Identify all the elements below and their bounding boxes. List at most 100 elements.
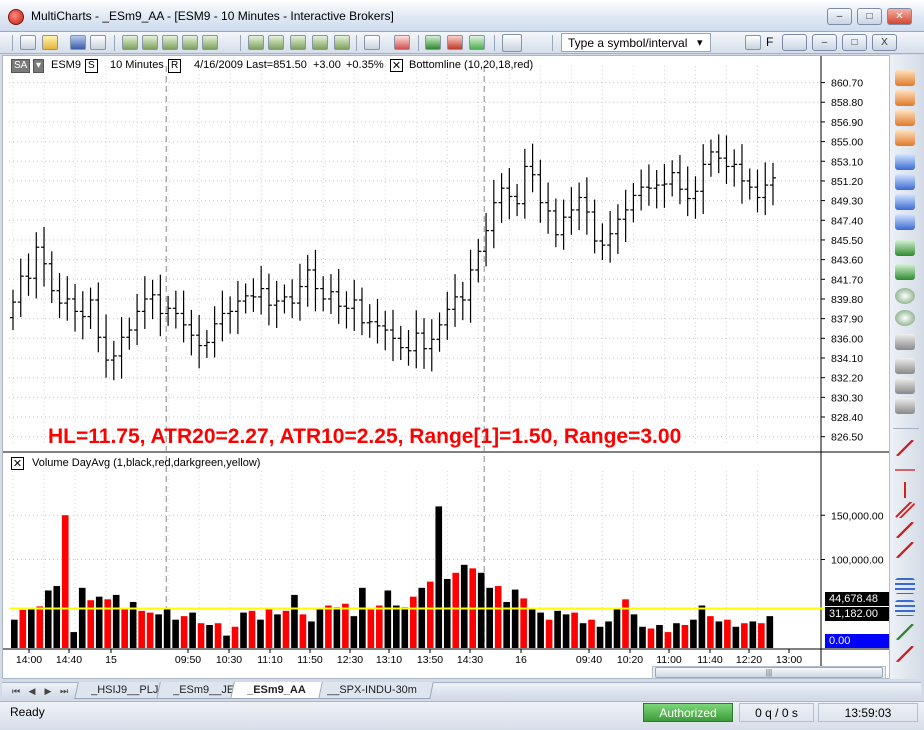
volume-bar xyxy=(494,586,502,648)
zoom-in-icon[interactable] xyxy=(895,288,915,304)
symbol-dropdown-arrow-icon[interactable]: ▾ xyxy=(697,36,703,49)
channel-icon[interactable] xyxy=(895,502,915,518)
font-icon[interactable] xyxy=(745,35,761,50)
font-label[interactable]: F xyxy=(766,35,773,49)
volume-bar xyxy=(27,608,35,648)
calendar-icon[interactable] xyxy=(364,35,380,50)
volume-bar xyxy=(647,628,655,648)
volume-bar xyxy=(528,609,536,648)
move-left-icon[interactable] xyxy=(895,154,915,170)
toolbar-separator xyxy=(240,35,241,51)
doc-restore-button[interactable] xyxy=(782,34,807,51)
volume-bar xyxy=(78,587,86,648)
toolbar-divider xyxy=(893,428,919,429)
volume-bar xyxy=(172,619,179,648)
signal-icon[interactable] xyxy=(162,35,178,50)
close-button[interactable]: ✕ xyxy=(887,8,912,25)
chart-canvas[interactable]: 860.70 858.80 856.90 855.00 853.10 851.20 849.… xyxy=(3,56,889,678)
volume-indicator-close-icon[interactable]: ✕ xyxy=(11,457,24,470)
compress-icon[interactable] xyxy=(895,240,915,256)
format-icon[interactable] xyxy=(394,35,410,50)
new-doc-icon[interactable] xyxy=(20,35,36,50)
study-icon[interactable] xyxy=(182,35,198,50)
hline-icon[interactable] xyxy=(895,462,915,478)
doc-maximize-button[interactable]: □ xyxy=(842,34,867,51)
scroll-start-icon[interactable] xyxy=(895,214,915,230)
insert-portfolio-icon[interactable] xyxy=(312,35,328,50)
symbol-input[interactable]: Type a symbol/interval xyxy=(561,33,711,52)
pencil-icon[interactable] xyxy=(895,646,915,662)
tab-next-button[interactable]: ▶ xyxy=(42,685,54,697)
fib-icon[interactable] xyxy=(895,542,915,558)
scrollbar-thumb[interactable]: ||| xyxy=(655,667,883,678)
vline-icon[interactable] xyxy=(895,482,915,498)
tab-last-button[interactable]: ⏭ xyxy=(58,685,70,697)
time-tick-label: 10:30 xyxy=(216,654,242,666)
time-tick-label: 09:50 xyxy=(175,654,201,666)
trendline-icon[interactable] xyxy=(895,440,915,456)
insert-report-icon[interactable] xyxy=(334,35,350,50)
volume-bar xyxy=(673,623,680,648)
expand-bars-icon[interactable] xyxy=(895,264,915,280)
volume-bar xyxy=(656,624,663,648)
arrow-icon[interactable] xyxy=(895,624,915,640)
price-tick-label: 834.10 xyxy=(831,353,863,365)
r-toggle[interactable]: R xyxy=(168,59,182,73)
time-tick-label: 13:10 xyxy=(376,654,402,666)
bar-chart-style-icon[interactable] xyxy=(425,35,441,50)
insert-dom-icon[interactable] xyxy=(290,35,306,50)
volume-bar xyxy=(562,614,570,648)
checkmark-icon[interactable] xyxy=(469,35,485,50)
fib-retracement-icon[interactable] xyxy=(895,578,915,594)
s-toggle[interactable]: S xyxy=(85,59,98,73)
volume-axis: 150,000.00 100,000.00 xyxy=(821,510,884,567)
volume-bar xyxy=(316,608,324,648)
tab-first-button[interactable]: ⏮ xyxy=(10,685,22,697)
volume-bar xyxy=(579,623,587,648)
scroll-up-icon[interactable] xyxy=(895,70,915,86)
volume-bar xyxy=(418,587,426,648)
minimize-button[interactable]: – xyxy=(827,8,852,25)
indicator-close-icon[interactable]: ✕ xyxy=(390,59,403,72)
fib-extension-icon[interactable] xyxy=(895,600,915,616)
sa-button[interactable]: SA xyxy=(11,59,31,73)
save-icon[interactable] xyxy=(70,35,86,50)
volume-bar xyxy=(299,614,307,648)
crosshair-icon[interactable] xyxy=(895,358,915,374)
print-icon[interactable] xyxy=(90,35,106,50)
undo-icon[interactable] xyxy=(895,334,915,350)
volume-bar xyxy=(333,607,341,648)
chart-window[interactable]: 860.70 858.80 856.90 855.00 853.10 851.20 849.… xyxy=(2,55,921,679)
chart-icon[interactable] xyxy=(122,35,138,50)
scroll-down-icon[interactable] xyxy=(895,90,915,106)
tab-esm9-aa[interactable]: _ESm9_AA xyxy=(230,682,323,699)
open-folder-icon[interactable] xyxy=(42,35,58,50)
hourglass-icon[interactable] xyxy=(895,110,915,126)
sa-dropdown-icon[interactable]: ▾ xyxy=(33,59,45,73)
time-tick-label: 13:50 xyxy=(417,654,443,666)
tab-spx-indu[interactable]: __SPX-INDU-30m xyxy=(310,682,434,699)
volume-bar xyxy=(189,612,196,648)
volume-bar xyxy=(639,626,646,648)
scroll-end-icon[interactable] xyxy=(895,194,915,210)
doc-minimize-button[interactable]: – xyxy=(812,34,837,51)
pan-icon[interactable] xyxy=(895,378,915,394)
maximize-button[interactable]: □ xyxy=(857,8,882,25)
move-right-icon[interactable] xyxy=(895,174,915,190)
pointer-icon[interactable] xyxy=(502,34,522,52)
candle-style-icon[interactable] xyxy=(447,35,463,50)
zoom-out-icon[interactable] xyxy=(895,310,915,326)
connection-status-badge[interactable]: Authorized xyxy=(643,703,733,722)
tab-prev-button[interactable]: ◀ xyxy=(26,685,38,697)
alert-icon[interactable] xyxy=(202,35,218,50)
insert-chart-icon[interactable] xyxy=(248,35,264,50)
indicator-icon[interactable] xyxy=(142,35,158,50)
expand-icon[interactable] xyxy=(895,130,915,146)
ray-icon[interactable] xyxy=(895,522,915,538)
insert-scanner-icon[interactable] xyxy=(268,35,284,50)
volume-bar xyxy=(596,626,604,648)
queue-status: 0 q / 0 s xyxy=(739,703,814,722)
price-tick-label: 826.50 xyxy=(831,432,863,444)
eye-icon[interactable] xyxy=(895,398,915,414)
doc-close-button[interactable]: X xyxy=(872,34,897,51)
